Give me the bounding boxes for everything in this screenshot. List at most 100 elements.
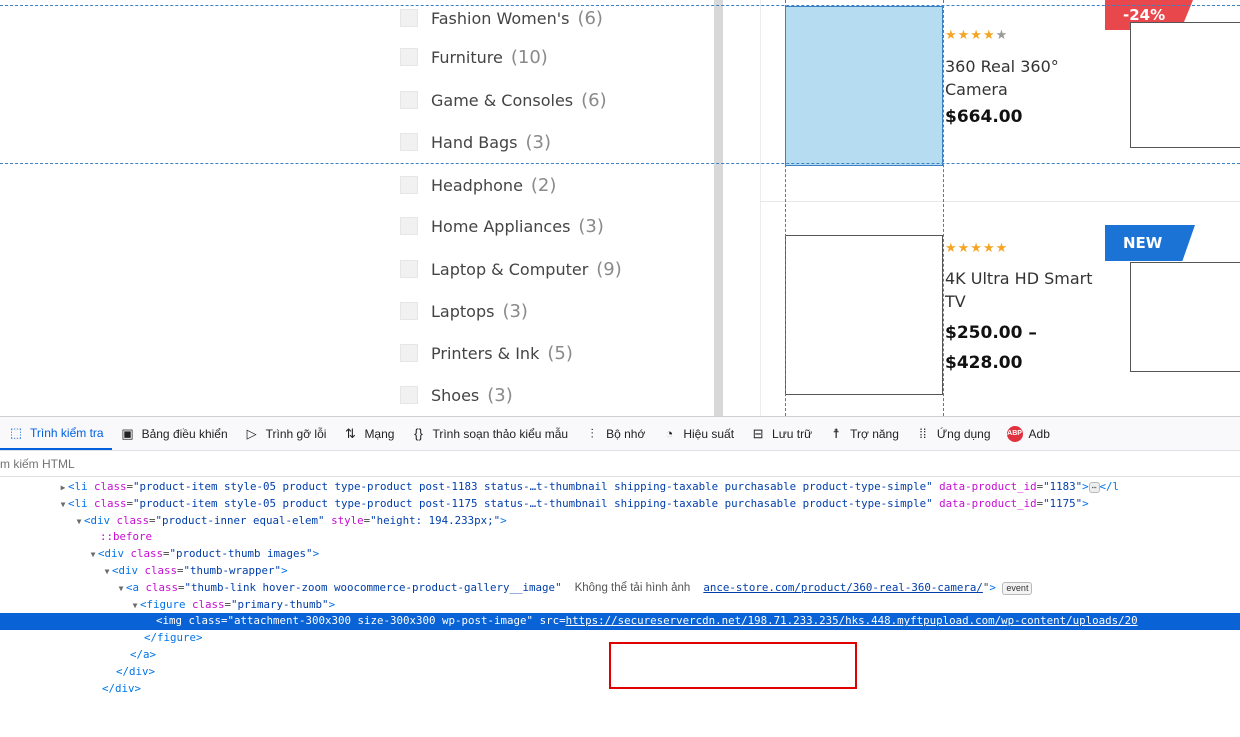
category-name: Shoes [431,385,480,405]
category-count: (5) [547,342,573,364]
tree-node[interactable]: ▶ <li class="product-item style-05 produc… [0,479,1240,496]
category-item[interactable]: Home Appliances (3) [400,212,604,240]
category-item[interactable]: Laptop & Computer (9) [400,255,622,283]
category-name: Printers & Ink [431,343,540,363]
rating-stars: ★★★★★ [945,28,1009,43]
devtools-toolbar: ⬚ Trình kiểm tra ▣ Bảng điều khiển ▷ Trình … [0,417,1240,451]
product-name[interactable]: 360 Real 360° Camera [945,55,1095,101]
accessibility-icon: ☨ [832,425,840,441]
expand-arrow-icon[interactable]: ▶ [58,480,68,496]
adblock-icon: ABP [1006,425,1023,442]
event-badge[interactable]: event [1002,581,1033,595]
checkbox[interactable] [400,302,418,320]
tab-memory[interactable]: ⫶ Bộ nhớ [576,417,653,450]
checkbox[interactable] [400,260,418,278]
category-name: Laptop & Computer [431,259,589,279]
tree-node-selected[interactable]: <img class="attachment-300x300 size-300x… [0,613,1240,631]
category-item[interactable]: Laptops (3) [400,297,528,325]
tab-adblock[interactable]: ABP Adb [999,417,1058,450]
tab-label: Trợ năng [850,426,899,441]
category-count: (3) [578,215,604,237]
memory-icon: ⫶ [590,425,594,441]
checkbox[interactable] [400,176,418,194]
product-thumbnail[interactable] [785,235,943,395]
category-item[interactable]: Printers & Ink (5) [400,339,573,367]
checkbox[interactable] [400,91,418,109]
tab-label: Trình soạn thảo kiểu mẫu [432,426,569,441]
tree-node[interactable]: ::before [0,529,1240,546]
image-load-error-note: Không thể tải hình ảnh [574,581,691,594]
tree-node[interactable]: ▼ <div class="product-thumb images"> [0,546,1240,563]
sidebar-scrollbar[interactable] [714,0,723,416]
collapse-arrow-icon[interactable]: ▼ [102,564,112,580]
tab-accessibility[interactable]: ☨ Trợ năng [820,417,907,450]
collapse-arrow-icon[interactable]: ▼ [130,598,140,614]
category-item[interactable]: Fashion Women's (6) [400,4,603,32]
attr-name: class [94,480,127,493]
product-price: $428.00 [945,353,1023,373]
more-icon[interactable]: ⋯ [1088,482,1100,493]
tab-style-editor[interactable]: {} Trình soạn thảo kiểu mẫu [402,417,576,450]
search-html-input[interactable] [0,457,1200,471]
attr-value: "product-item style-05 product type-prod… [133,480,933,493]
highlight-guide [943,0,944,416]
category-item[interactable]: Shoes (3) [400,381,513,409]
tab-network[interactable]: ⇅ Mạng [334,417,402,450]
checkbox[interactable] [400,133,418,151]
tab-inspector[interactable]: ⬚ Trình kiểm tra [0,417,112,450]
pseudo-element: ::before [100,530,153,544]
checkbox[interactable] [400,344,418,362]
tree-node[interactable]: ▼ <a class="thumb-link hover-zoom woocomm… [0,580,1240,597]
tree-node[interactable]: ▼ <div class="thumb-wrapper"> [0,563,1240,580]
product-thumbnail-highlighted[interactable] [785,6,943,166]
tab-storage[interactable]: ⊟ Lưu trữ [742,417,820,450]
tab-label: Trình kiểm tra [30,425,104,440]
tab-label: Ứng dụng [936,426,991,441]
category-count: (3) [525,131,552,153]
attr-value: "1175" [1043,496,1083,510]
tab-performance[interactable]: ◔ Hiệu suất [653,417,742,450]
tree-node[interactable]: ▼ <li class="product-item style-05 produc… [0,496,1240,513]
collapse-arrow-icon[interactable]: ▼ [116,581,126,597]
checkbox[interactable] [400,217,418,235]
tab-debugger[interactable]: ▷ Trình gỡ lỗi [236,417,335,450]
attr-value: "product-inner equal-elem" [155,513,325,527]
category-name: Laptops [431,301,495,321]
category-item[interactable]: Furniture (10) [400,43,548,71]
tab-label: Bảng điều khiển [141,426,228,441]
checkbox[interactable] [400,48,418,66]
console-icon: ▣ [121,425,134,441]
new-badge: NEW [1105,225,1195,261]
product-thumbnail[interactable] [1130,262,1240,372]
attr-name: class [94,496,127,510]
href-link[interactable]: ance-store.com/product/360-real-360-came… [703,581,983,594]
collapse-arrow-icon[interactable]: ▼ [74,514,84,530]
category-item[interactable]: Hand Bags (3) [400,128,551,156]
attr-value: "1183" [1043,480,1083,493]
category-count: (6) [581,89,607,111]
category-name: Headphone [431,175,523,195]
tab-label: Trình gỡ lỗi [265,426,327,441]
checkbox[interactable] [400,9,418,27]
category-item[interactable]: Game & Consoles (6) [400,86,607,114]
tree-node[interactable]: ▼ <div class="product-inner equal-elem" s… [0,513,1240,530]
webpage-viewport: Fashion Women's (6) Furniture (10) Game & … [0,0,1240,416]
category-count: (2) [530,174,557,196]
html-search-bar [0,451,1240,477]
attr-value: "thumb-link hover-zoom woocommerce-produ… [184,580,562,594]
src-link[interactable]: https://secureservercdn.net/198.71.233.2… [566,614,1138,627]
product-name[interactable]: 4K Ultra HD Smart TV [945,267,1095,313]
category-name: Fashion Women's [431,8,570,28]
checkbox[interactable] [400,386,418,404]
tab-application[interactable]: ⁞⁞ Ứng dụng [907,417,999,450]
collapse-arrow-icon[interactable]: ▼ [88,547,98,563]
category-count: (6) [577,7,603,29]
application-icon: ⁞⁞ [919,426,927,441]
product-thumbnail[interactable] [1130,22,1240,148]
collapse-arrow-icon[interactable]: ▼ [58,497,68,513]
category-item[interactable]: Headphone (2) [400,171,556,199]
tab-console[interactable]: ▣ Bảng điều khiển [112,417,236,450]
tree-node[interactable]: ▼ <figure class="primary-thumb"> [0,597,1240,614]
annotation-red-box [609,642,857,689]
performance-icon: ◔ [665,426,674,441]
